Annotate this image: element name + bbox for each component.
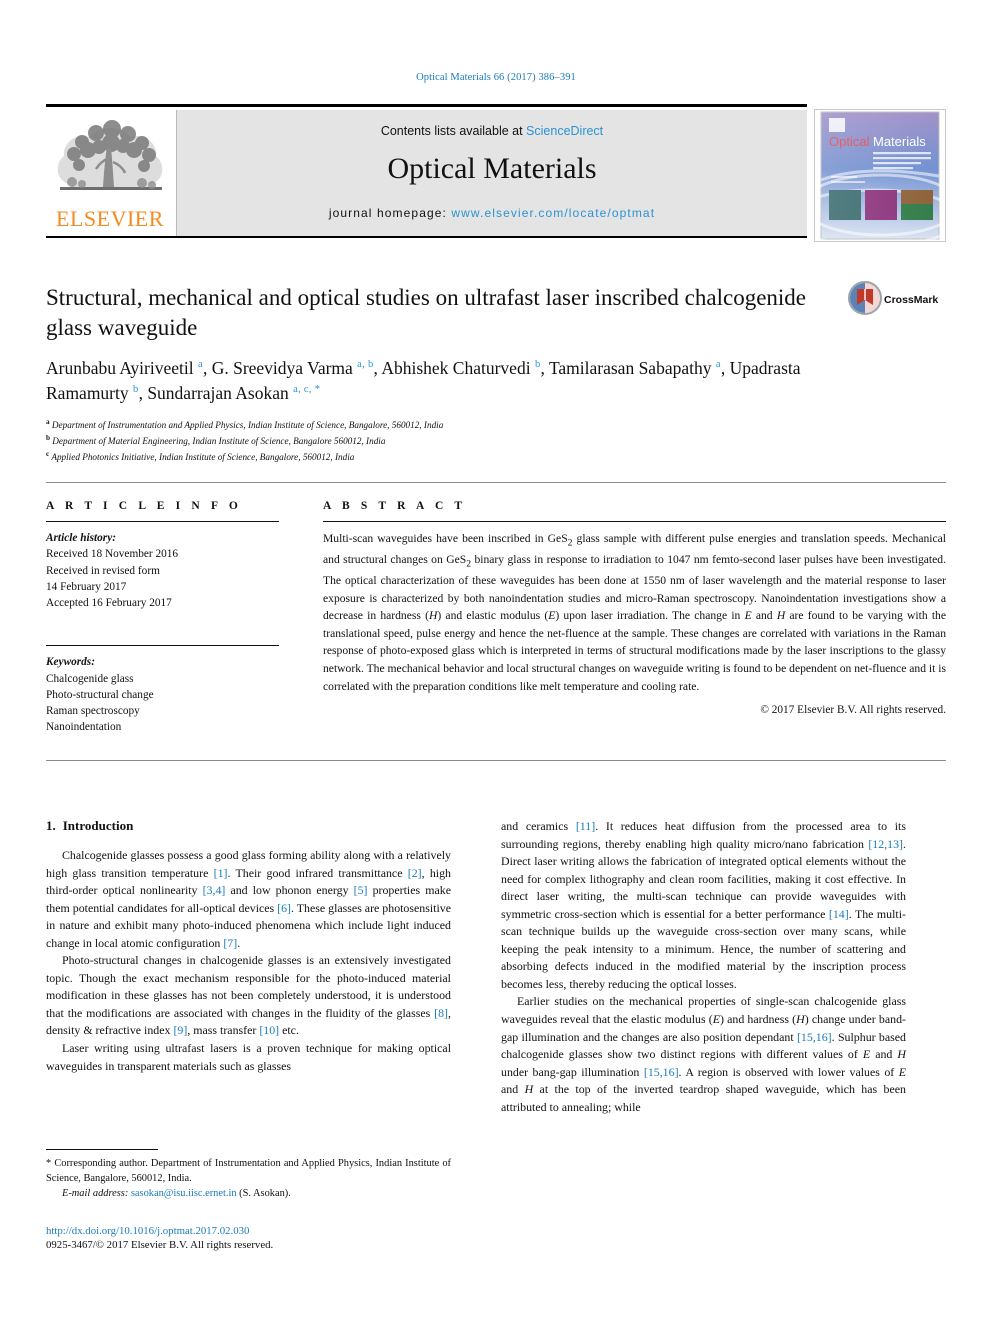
intro-right-paragraphs: and ceramics [11]. It reduces heat diffu… <box>501 818 906 1116</box>
crossmark-badge[interactable]: CrossMark <box>848 281 944 325</box>
journal-homepage-link[interactable]: www.elsevier.com/locate/optmat <box>451 206 655 220</box>
body-column-left: 1. Introduction Chalcogenide glasses poss… <box>46 818 451 1075</box>
elsevier-logo[interactable]: ELSEVIER <box>46 110 177 236</box>
keyword-item: Raman spectroscopy <box>46 705 140 718</box>
journal-masthead: ELSEVIER Contents lists available at Sci… <box>46 104 946 242</box>
body-column-right: and ceramics [11]. It reduces heat diffu… <box>501 818 906 1116</box>
email-label: E-mail address: <box>62 1188 129 1200</box>
doi-link[interactable]: http://dx.doi.org/10.1016/j.optmat.2017.… <box>46 1225 546 1237</box>
author-affiliation-mark: a <box>197 359 203 371</box>
corresponding-author-text: * Corresponding author. Department of In… <box>46 1158 451 1185</box>
abstract-heading: A B S T R A C T <box>323 500 467 512</box>
article-history-item: Accepted 16 February 2017 <box>46 597 172 610</box>
abstract-copyright: © 2017 Elsevier B.V. All rights reserved… <box>760 704 946 717</box>
body-paragraph: Laser writing using ultrafast lasers is … <box>46 1041 451 1073</box>
page-title: Structural, mechanical and optical studi… <box>46 285 806 340</box>
sciencedirect-link[interactable]: ScienceDirect <box>526 124 603 138</box>
intro-left-paragraphs: Chalcogenide glasses possess a good glas… <box>46 847 451 1075</box>
article-info-rule <box>46 521 279 522</box>
author-name[interactable]: G. Sreevidya Varma <box>212 358 357 378</box>
section-heading-introduction: 1. Introduction <box>46 818 451 834</box>
keyword-item: Photo-structural change <box>46 688 154 701</box>
article-history-item: 14 February 2017 <box>46 580 127 593</box>
footnote-rule <box>46 1149 158 1150</box>
issn-copyright-line: 0925-3467/© 2017 Elsevier B.V. All right… <box>46 1239 274 1251</box>
title-block: Structural, mechanical and optical studi… <box>46 283 836 465</box>
author-affiliation-mark: a, b <box>357 359 374 371</box>
abstract-rule <box>323 521 946 522</box>
email-link[interactable]: sasokan@isu.iisc.ernet.in <box>131 1188 237 1199</box>
section-title: Introduction <box>62 818 134 833</box>
journal-homepage-line: journal homepage: www.elsevier.com/locat… <box>177 206 807 220</box>
masthead-top-rule <box>46 104 807 107</box>
abstract-text: Multi-scan waveguides have been inscribe… <box>323 532 946 693</box>
masthead-bottom-rule <box>46 236 807 238</box>
journal-cover-art: Optical Materials <box>815 111 945 241</box>
body-paragraph: Photo-structural changes in chalcogenide… <box>46 953 451 1038</box>
author-name[interactable]: Tamilarasan Sabapathy <box>549 358 716 378</box>
contents-prefix: Contents lists available at <box>380 124 527 138</box>
body-paragraph: Earlier studies on the mechanical proper… <box>501 994 906 1114</box>
article-info-heading: A R T I C L E I N F O <box>46 500 242 512</box>
crossmark-icon <box>848 281 882 315</box>
homepage-prefix: journal homepage: <box>328 206 452 220</box>
author-affiliation-mark: a, c, * <box>293 384 321 396</box>
article-info-column: A R T I C L E I N F O Article history: R… <box>46 500 279 736</box>
author-name[interactable]: Sundarrajan Asokan <box>147 383 293 403</box>
author-affiliation-mark: b <box>133 384 139 396</box>
article-history-block: Article history: Received 18 November 20… <box>46 530 279 611</box>
author-affiliation-mark: a <box>715 359 721 371</box>
article-history-label: Article history: <box>46 532 116 544</box>
keywords-items: Chalcogenide glass Photo-structural chang… <box>46 671 279 736</box>
paper-page: Optical Materials 66 (2017) 386–391 ELSE… <box>0 0 992 1323</box>
keywords-label: Keywords: <box>46 656 95 669</box>
abstract-column: A B S T R A C T Multi-scan waveguides ha… <box>323 500 946 716</box>
author-list: Arunbabu Ayiriveetil a, G. Sreevidya Var… <box>46 358 801 404</box>
affiliation-text: Applied Photonics Initiative, Indian Ins… <box>49 452 355 462</box>
email-suffix: (S. Asokan). <box>239 1188 291 1200</box>
email-line: E-mail address: sasokan@isu.iisc.ernet.i… <box>46 1188 451 1199</box>
journal-title: Optical Materials <box>387 152 597 185</box>
elsevier-wordmark: ELSEVIER <box>56 206 164 231</box>
keyword-item: Nanoindentation <box>46 721 122 734</box>
author-name[interactable]: Abhishek Chaturvedi <box>381 358 535 378</box>
contents-available-line: Contents lists available at ScienceDirec… <box>177 124 807 138</box>
affiliation-text: Department of Material Engineering, Indi… <box>50 436 386 447</box>
corresponding-author-footnote: * Corresponding author. Department of In… <box>46 1149 451 1199</box>
affiliation-list: a Department of Instrumentation and Appl… <box>46 417 836 465</box>
body-paragraph: and ceramics [11]. It reduces heat diffu… <box>501 819 906 991</box>
author-affiliation-mark: b <box>534 359 541 371</box>
keywords-rule <box>46 645 279 647</box>
affiliation-item: b Department of Material Engineering, In… <box>46 433 836 449</box>
body-paragraph: Chalcogenide glasses possess a good glas… <box>46 848 451 950</box>
section-number: 1. <box>46 818 56 833</box>
article-history-item: Received in revised form <box>46 564 160 577</box>
page-footer: http://dx.doi.org/10.1016/j.optmat.2017.… <box>46 1225 546 1251</box>
crossmark-label: CrossMark <box>884 294 939 306</box>
article-history-items: Received 18 November 2016 Received in rev… <box>46 546 279 611</box>
panel-bottom-rule <box>46 760 946 761</box>
panel-top-rule <box>46 482 946 483</box>
article-history-item: Received 18 November 2016 <box>46 548 179 561</box>
author-name[interactable]: Arunbabu Ayiriveetil <box>46 358 198 378</box>
journal-band: Contents lists available at ScienceDirec… <box>177 110 807 236</box>
affiliation-item: c Applied Photonics Initiative, Indian I… <box>46 449 836 465</box>
affiliation-item: a Department of Instrumentation and Appl… <box>46 417 836 433</box>
keywords-block: Keywords: Chalcogenide glass Photo-struct… <box>46 645 279 735</box>
journal-cover-thumbnail[interactable]: Optical Materials <box>814 109 946 242</box>
keyword-item: Chalcogenide glass <box>46 672 134 685</box>
running-head: Optical Materials 66 (2017) 386–391 <box>416 72 576 83</box>
affiliation-text: Department of Instrumentation and Applie… <box>49 420 444 431</box>
elsevier-tree-icon <box>57 120 163 190</box>
